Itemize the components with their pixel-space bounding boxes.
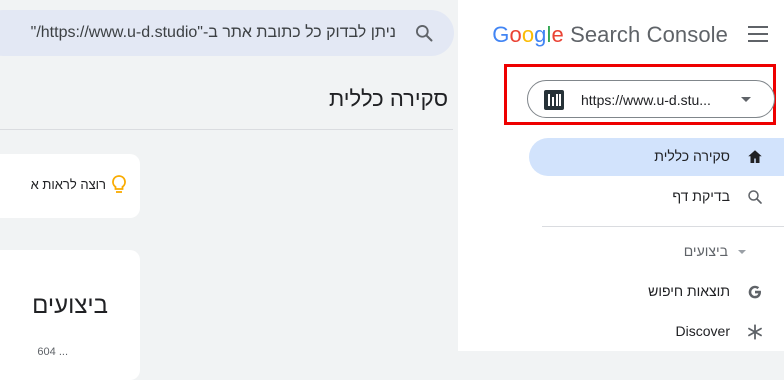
home-icon xyxy=(748,150,762,163)
app-logo[interactable]: Google Search Console xyxy=(492,22,728,48)
nav-item-search-results[interactable]: תוצאות חיפוש xyxy=(529,273,784,311)
nav-item-url-inspection[interactable]: בדיקת דף xyxy=(529,178,784,216)
property-url: https://www.u-d.stu... xyxy=(581,92,711,108)
lightbulb-icon xyxy=(112,175,126,193)
page-title: סקירה כללית xyxy=(329,86,448,111)
nav-label: בדיקת דף xyxy=(672,188,730,204)
search-icon xyxy=(748,190,762,204)
sidebar-divider xyxy=(542,226,784,227)
app-title: Search Console xyxy=(570,22,728,47)
hamburger-menu-icon[interactable] xyxy=(748,26,768,42)
divider xyxy=(0,129,453,130)
property-selector[interactable]: https://www.u-d.stu... xyxy=(527,80,775,118)
search-icon[interactable] xyxy=(414,23,434,43)
nav-label: סקירה כללית xyxy=(654,148,730,164)
dropdown-caret-icon xyxy=(741,97,751,102)
performance-title: ביצועים xyxy=(32,292,108,319)
nav-item-overview[interactable]: סקירה כללית xyxy=(529,138,784,176)
google-g-icon xyxy=(748,285,761,299)
sidebar: Google Search Console https://www.u-d.st… xyxy=(458,0,784,351)
nav-item-discover[interactable]: Discover xyxy=(529,313,784,351)
nav-label: תוצאות חיפוש xyxy=(648,283,730,299)
main-content: ניתן לבדוק כל כתובת אתר ב-"https://www.u… xyxy=(0,0,458,380)
asterisk-icon xyxy=(748,324,762,340)
section-collapse-icon[interactable] xyxy=(738,250,746,254)
section-header-performance[interactable]: ביצועים xyxy=(684,243,728,259)
property-logo-icon xyxy=(544,90,564,110)
search-bar[interactable]: ניתן לבדוק כל כתובת אתר ב-"https://www.u… xyxy=(0,10,454,56)
tip-card[interactable]: רוצה לראות א xyxy=(0,154,140,218)
performance-card: ביצועים 604 ... xyxy=(0,250,140,380)
search-input[interactable]: ניתן לבדוק כל כתובת אתר ב-"https://www.u… xyxy=(31,24,396,42)
tip-text: רוצה לראות א xyxy=(30,177,106,192)
performance-subtext: 604 ... xyxy=(37,346,68,358)
nav-label: Discover xyxy=(675,323,730,339)
